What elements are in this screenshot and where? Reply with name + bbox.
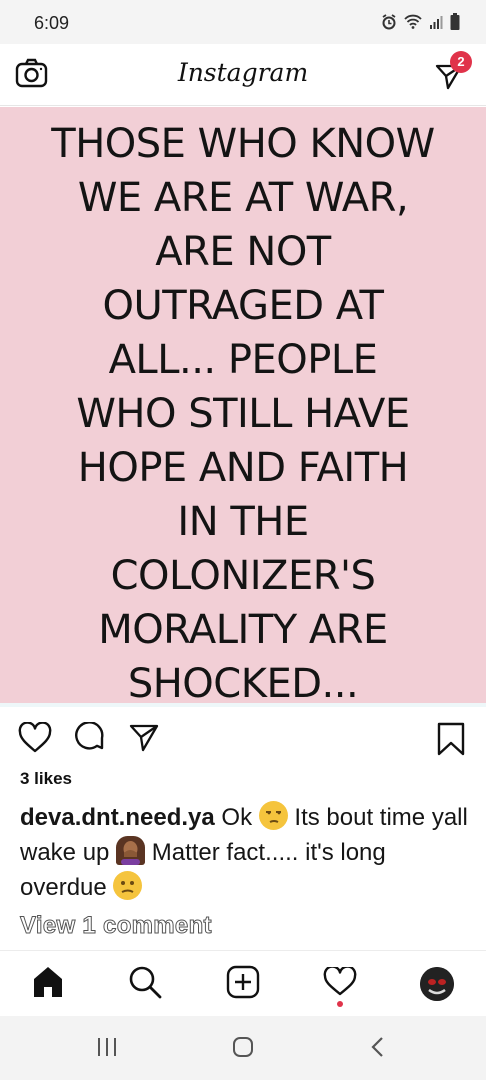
profile-avatar-image bbox=[420, 967, 454, 1001]
profile-avatar[interactable] bbox=[420, 967, 454, 1001]
notification-badge: 2 bbox=[450, 51, 472, 73]
recent-apps-icon[interactable] bbox=[96, 1036, 118, 1058]
quote-line: COLONIZER'S bbox=[110, 553, 376, 599]
system-navigation-bar bbox=[0, 1016, 486, 1080]
activity-button[interactable] bbox=[323, 965, 357, 1007]
quote-line: ALL... PEOPLE bbox=[108, 337, 378, 383]
confused-face-icon bbox=[113, 871, 143, 900]
activity-dot bbox=[337, 1001, 343, 1007]
facepalm-icon bbox=[116, 836, 146, 865]
activity-icon bbox=[323, 965, 357, 996]
app-header: Instagram 2 bbox=[0, 44, 486, 106]
post-image[interactable]: THOSE WHO KNOW WE ARE AT WAR, ARE NOT OU… bbox=[0, 107, 486, 707]
view-comments-link[interactable]: View 1 comment bbox=[20, 912, 213, 940]
post-caption: deva.dnt.need.ya Ok Its bout time yall w… bbox=[20, 800, 470, 905]
signal-icon bbox=[430, 15, 443, 29]
new-post-icon[interactable] bbox=[226, 965, 260, 999]
wifi-icon bbox=[404, 14, 422, 29]
quote-line: WE ARE AT WAR, bbox=[77, 175, 409, 221]
alarm-icon bbox=[382, 13, 396, 29]
battery-icon bbox=[450, 13, 460, 30]
likes-count[interactable]: 3 likes bbox=[20, 769, 72, 789]
caption-username[interactable]: deva.dnt.need.ya bbox=[20, 804, 215, 831]
unamused-face-icon bbox=[258, 801, 288, 830]
quote-line: ARE NOT bbox=[155, 229, 331, 275]
home-button-icon[interactable] bbox=[232, 1036, 254, 1058]
post-actions bbox=[0, 716, 486, 760]
quote-line: MORALITY ARE bbox=[98, 607, 388, 653]
app-logo: Instagram bbox=[177, 58, 309, 87]
comment-icon[interactable] bbox=[74, 722, 106, 754]
bottom-navigation bbox=[0, 950, 486, 1016]
quote-line: OUTRAGED AT bbox=[102, 283, 384, 329]
caption-text: Ok bbox=[221, 804, 253, 831]
save-bookmark-icon[interactable] bbox=[436, 722, 466, 756]
search-icon[interactable] bbox=[128, 965, 162, 999]
share-icon[interactable] bbox=[128, 722, 160, 754]
status-icons bbox=[381, 13, 460, 30]
home-icon[interactable] bbox=[32, 965, 64, 999]
status-bar: 6:09 bbox=[0, 0, 486, 44]
direct-messages-button[interactable]: 2 bbox=[434, 51, 472, 92]
quote-line: WHO STILL HAVE bbox=[76, 391, 410, 437]
status-time: 6:09 bbox=[34, 13, 70, 33]
like-heart-icon[interactable] bbox=[18, 722, 52, 754]
post-divider bbox=[0, 703, 486, 707]
post-quote-text: THOSE WHO KNOW WE ARE AT WAR, ARE NOT OU… bbox=[18, 117, 468, 711]
quote-line: THOSE WHO KNOW bbox=[51, 121, 435, 167]
quote-line: IN THE bbox=[177, 499, 309, 545]
quote-line: HOPE AND FAITH bbox=[77, 445, 409, 491]
back-icon[interactable] bbox=[370, 1036, 386, 1058]
